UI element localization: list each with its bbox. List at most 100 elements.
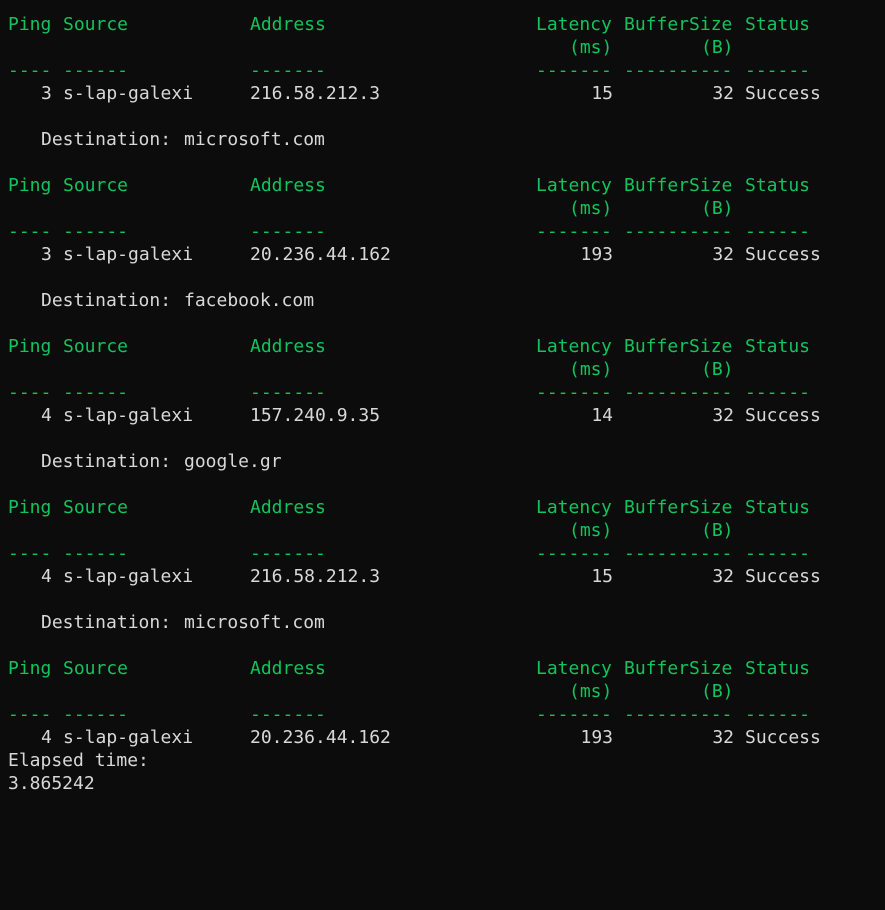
separator-status: ------ <box>745 60 811 81</box>
separator-buffer: ---------- <box>624 704 733 725</box>
separator-address: ------- <box>250 382 326 403</box>
header-address: Address <box>250 336 326 357</box>
table-row: 3 s-lap-galexi 216.58.212.3 15 32 Succes… <box>0 82 885 105</box>
header-unit-row: (ms) (B) <box>0 680 885 703</box>
address-value: 157.240.9.35 <box>250 405 381 426</box>
separator-address: ------- <box>250 543 326 564</box>
header-latency: Latency <box>536 14 612 35</box>
separator-latency: ------- <box>536 704 612 725</box>
elapsed-value-line: 3.865242 <box>0 772 885 795</box>
header-buffer: BufferSize <box>624 658 733 679</box>
header-row: Ping Source Address Latency BufferSize S… <box>0 13 885 36</box>
header-separator-row: ---- ------ ------- ------- ---------- -… <box>0 703 885 726</box>
address-value: 216.58.212.3 <box>250 566 381 587</box>
address-value: 20.236.44.162 <box>250 244 391 265</box>
header-address: Address <box>250 497 326 518</box>
header-ping: Ping <box>8 14 52 35</box>
buffer-value: 32 <box>712 727 734 748</box>
separator-ping: ---- <box>8 543 52 564</box>
status-value: Success <box>745 727 821 748</box>
separator-buffer: ---------- <box>624 221 733 242</box>
separator-source: ------ <box>63 221 129 242</box>
destination-label: Destination: <box>41 129 172 150</box>
destination-line: Destination: microsoft.com <box>0 611 885 634</box>
header-unit-row: (ms) (B) <box>0 197 885 220</box>
destination-label: Destination: <box>41 612 172 633</box>
header-ping: Ping <box>8 658 52 679</box>
separator-ping: ---- <box>8 704 52 725</box>
ping-value: 3 <box>41 83 52 104</box>
table-row: 3 s-lap-galexi 20.236.44.162 193 32 Succ… <box>0 243 885 266</box>
separator-address: ------- <box>250 221 326 242</box>
header-buffer-unit: (B) <box>701 520 734 541</box>
header-latency: Latency <box>536 175 612 196</box>
header-latency: Latency <box>536 658 612 679</box>
header-row: Ping Source Address Latency BufferSize S… <box>0 657 885 680</box>
latency-value: 193 <box>580 244 613 265</box>
address-value: 20.236.44.162 <box>250 727 391 748</box>
header-buffer-unit: (B) <box>701 359 734 380</box>
separator-latency: ------- <box>536 543 612 564</box>
buffer-value: 32 <box>712 566 734 587</box>
header-source: Source <box>63 336 129 357</box>
table-row: 4 s-lap-galexi 157.240.9.35 14 32 Succes… <box>0 404 885 427</box>
destination-line: Destination: microsoft.com <box>0 128 885 151</box>
separator-source: ------ <box>63 60 129 81</box>
header-latency-unit: (ms) <box>569 198 613 219</box>
header-latency-unit: (ms) <box>569 359 613 380</box>
separator-address: ------- <box>250 704 326 725</box>
destination-label: Destination: <box>41 290 172 311</box>
header-latency-unit: (ms) <box>569 681 613 702</box>
header-status: Status <box>745 658 811 679</box>
separator-status: ------ <box>745 221 811 242</box>
header-source: Source <box>63 658 129 679</box>
header-ping: Ping <box>8 175 52 196</box>
header-status: Status <box>745 14 811 35</box>
separator-latency: ------- <box>536 221 612 242</box>
separator-latency: ------- <box>536 382 612 403</box>
header-status: Status <box>745 175 811 196</box>
ping-value: 3 <box>41 244 52 265</box>
header-address: Address <box>250 14 326 35</box>
latency-value: 193 <box>580 727 613 748</box>
latency-value: 14 <box>591 405 613 426</box>
header-separator-row: ---- ------ ------- ------- ---------- -… <box>0 542 885 565</box>
header-separator-row: ---- ------ ------- ------- ---------- -… <box>0 59 885 82</box>
separator-ping: ---- <box>8 221 52 242</box>
header-buffer-unit: (B) <box>701 198 734 219</box>
header-buffer-unit: (B) <box>701 37 734 58</box>
source-value: s-lap-galexi <box>63 566 194 587</box>
header-status: Status <box>745 497 811 518</box>
address-value: 216.58.212.3 <box>250 83 381 104</box>
elapsed-label: Elapsed time: <box>8 750 149 771</box>
header-row: Ping Source Address Latency BufferSize S… <box>0 496 885 519</box>
header-buffer: BufferSize <box>624 497 733 518</box>
header-unit-row: (ms) (B) <box>0 36 885 59</box>
table-row: 4 s-lap-galexi 20.236.44.162 193 32 Succ… <box>0 726 885 749</box>
header-unit-row: (ms) (B) <box>0 519 885 542</box>
status-value: Success <box>745 83 821 104</box>
separator-source: ------ <box>63 543 129 564</box>
buffer-value: 32 <box>712 405 734 426</box>
separator-status: ------ <box>745 543 811 564</box>
header-unit-row: (ms) (B) <box>0 358 885 381</box>
separator-buffer: ---------- <box>624 382 733 403</box>
destination-line: Destination: facebook.com <box>0 289 885 312</box>
header-source: Source <box>63 497 129 518</box>
header-source: Source <box>63 14 129 35</box>
separator-buffer: ---------- <box>624 60 733 81</box>
source-value: s-lap-galexi <box>63 244 194 265</box>
separator-source: ------ <box>63 704 129 725</box>
buffer-value: 32 <box>712 244 734 265</box>
header-buffer: BufferSize <box>624 175 733 196</box>
header-latency: Latency <box>536 497 612 518</box>
header-latency-unit: (ms) <box>569 37 613 58</box>
source-value: s-lap-galexi <box>63 727 194 748</box>
separator-address: ------- <box>250 60 326 81</box>
header-status: Status <box>745 336 811 357</box>
header-buffer-unit: (B) <box>701 681 734 702</box>
separator-source: ------ <box>63 382 129 403</box>
status-value: Success <box>745 566 821 587</box>
header-ping: Ping <box>8 497 52 518</box>
destination-label: Destination: <box>41 451 172 472</box>
